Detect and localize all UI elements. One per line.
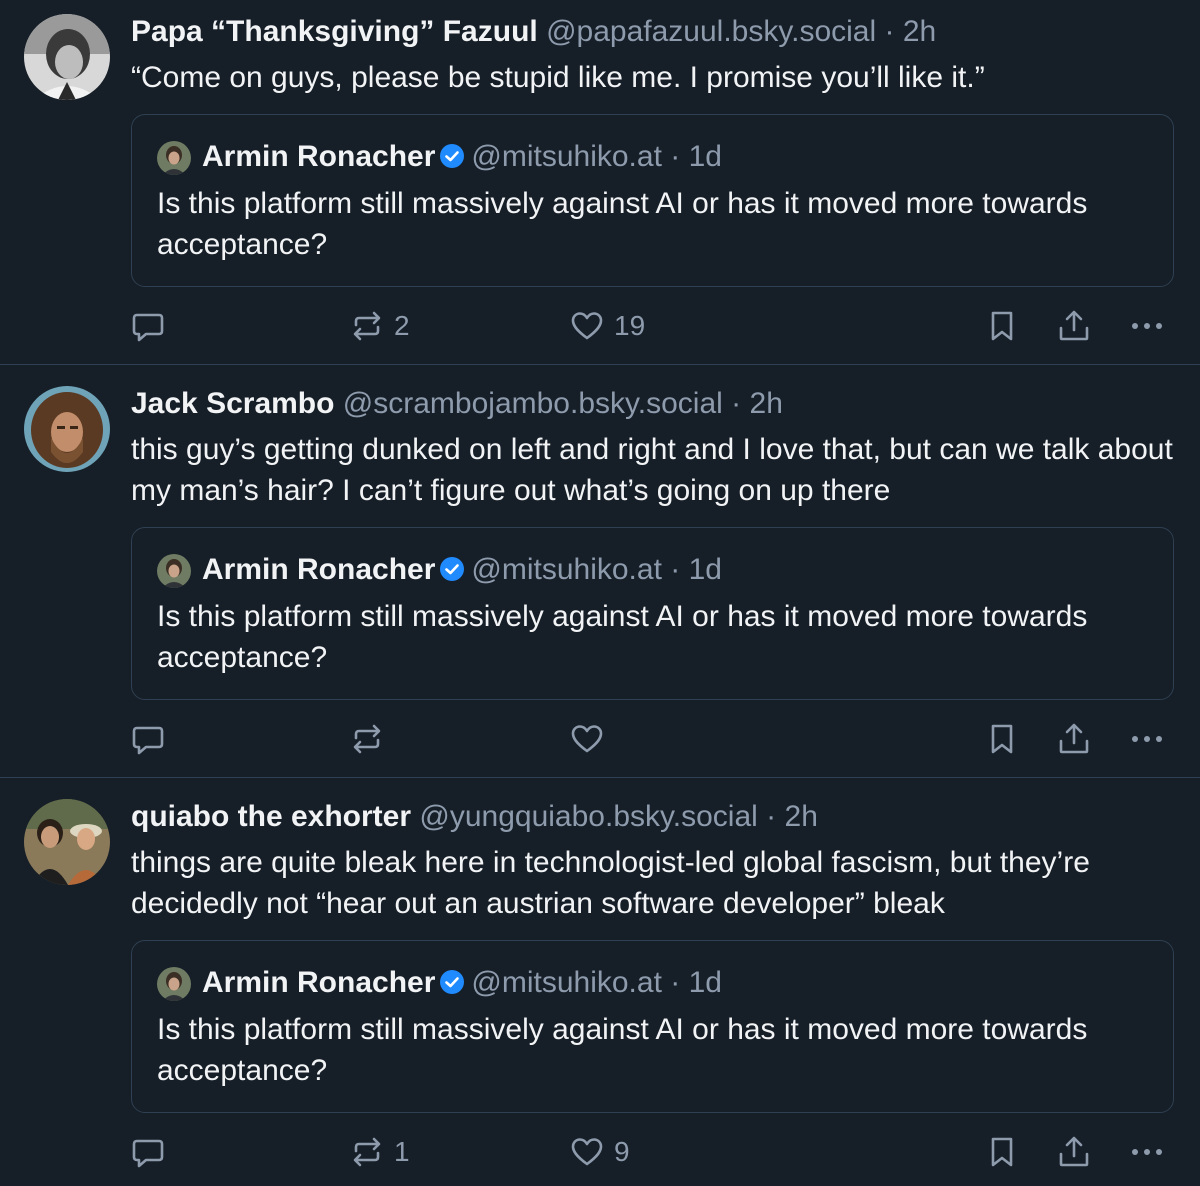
more-options-button[interactable] (1130, 719, 1164, 759)
quoted-post[interactable]: Armin Ronacher @mitsuhiko.at · 1d Is this… (131, 114, 1174, 287)
speech-bubble-icon (132, 313, 164, 342)
verified-check-icon (440, 557, 465, 581)
bookmark-icon (991, 724, 1013, 754)
avatar[interactable] (24, 14, 110, 100)
post-time[interactable]: 2h (903, 15, 936, 48)
post-text: things are quite bleak here in technolog… (131, 846, 1090, 920)
quote-avatar[interactable] (157, 554, 191, 588)
quote-time[interactable]: 1d (689, 140, 722, 173)
separator: · (731, 387, 742, 420)
author-name[interactable]: Jack Scrambo (131, 387, 334, 420)
separator: · (670, 553, 681, 586)
separator: · (670, 966, 681, 999)
like-button[interactable]: 19 (570, 306, 645, 346)
more-options-button[interactable] (1130, 306, 1164, 346)
ellipsis-icon (1132, 323, 1162, 329)
reply-button[interactable] (131, 306, 165, 346)
post-actions: 1 9 (0, 1132, 1200, 1172)
avatar[interactable] (24, 386, 110, 472)
post-1[interactable]: Papa “Thanksgiving” Fazuul @papafazuul.b… (0, 0, 1200, 364)
avatar[interactable] (24, 799, 110, 885)
quoted-post[interactable]: Armin Ronacher @mitsuhiko.at · 1d Is this… (131, 527, 1174, 700)
repost-count: 2 (394, 310, 410, 341)
post-header: Jack Scrambo @scrambojambo.bsky.social ·… (131, 386, 783, 422)
quote-avatar[interactable] (157, 141, 191, 175)
post-time[interactable]: 2h (785, 800, 818, 833)
post-time[interactable]: 2h (750, 387, 783, 420)
quote-author-handle[interactable]: @mitsuhiko.at (471, 140, 662, 173)
quote-author-name[interactable]: Armin Ronacher (202, 140, 435, 173)
reply-button[interactable] (131, 1132, 165, 1172)
share-button[interactable] (1057, 1132, 1091, 1172)
author-handle[interactable]: @yungquiabo.bsky.social (419, 800, 757, 833)
repost-arrows-icon (353, 1137, 381, 1167)
quoted-post[interactable]: Armin Ronacher @mitsuhiko.at · 1d Is this… (131, 940, 1174, 1113)
post-2[interactable]: Jack Scrambo @scrambojambo.bsky.social ·… (0, 365, 1200, 777)
separator: · (670, 140, 681, 173)
post-actions: 2 19 (0, 306, 1200, 346)
bookmark-icon (991, 311, 1013, 341)
quote-text: Is this platform still massively against… (157, 187, 1088, 261)
verified-check-icon (440, 970, 465, 994)
quote-author-handle[interactable]: @mitsuhiko.at (471, 553, 662, 586)
ellipsis-icon (1132, 1149, 1162, 1155)
verified-check-icon (440, 144, 465, 168)
more-options-button[interactable] (1130, 1132, 1164, 1172)
author-name[interactable]: quiabo the exhorter (131, 800, 411, 833)
reply-button[interactable] (131, 719, 165, 759)
repost-arrows-icon (353, 724, 381, 754)
share-icon (1059, 310, 1089, 341)
share-icon (1059, 1136, 1089, 1167)
separator: · (766, 800, 777, 833)
quote-header: Armin Ronacher @mitsuhiko.at · 1d (202, 139, 722, 175)
quote-header: Armin Ronacher @mitsuhiko.at · 1d (202, 965, 722, 1001)
quote-header: Armin Ronacher @mitsuhiko.at · 1d (202, 552, 722, 588)
quote-time[interactable]: 1d (689, 966, 722, 999)
quote-author-name[interactable]: Armin Ronacher (202, 553, 435, 586)
share-button[interactable] (1057, 719, 1091, 759)
heart-icon (571, 1138, 603, 1166)
post-text: “Come on guys, please be stupid like me.… (131, 61, 985, 94)
post-header: quiabo the exhorter @yungquiabo.bsky.soc… (131, 799, 818, 835)
like-button[interactable] (570, 719, 604, 759)
bookmark-button[interactable] (985, 306, 1019, 346)
post-3[interactable]: quiabo the exhorter @yungquiabo.bsky.soc… (0, 778, 1200, 1186)
repost-button[interactable]: 2 (350, 306, 410, 346)
ellipsis-icon (1132, 736, 1162, 742)
like-count: 19 (614, 310, 646, 341)
heart-icon (571, 312, 603, 340)
speech-bubble-icon (132, 726, 164, 755)
share-button[interactable] (1057, 306, 1091, 346)
heart-icon (571, 725, 603, 753)
bookmark-button[interactable] (985, 719, 1019, 759)
author-name[interactable]: Papa “Thanksgiving” Fazuul (131, 15, 538, 48)
bookmark-icon (991, 1137, 1013, 1167)
author-handle[interactable]: @papafazuul.bsky.social (546, 15, 876, 48)
quote-author-handle[interactable]: @mitsuhiko.at (471, 966, 662, 999)
bookmark-button[interactable] (985, 1132, 1019, 1172)
repost-button[interactable] (350, 719, 384, 759)
post-text: this guy’s getting dunked on left and ri… (131, 433, 1173, 507)
post-header: Papa “Thanksgiving” Fazuul @papafazuul.b… (131, 14, 936, 50)
author-handle[interactable]: @scrambojambo.bsky.social (343, 387, 723, 420)
quote-text: Is this platform still massively against… (157, 600, 1088, 674)
like-count: 9 (614, 1136, 630, 1167)
repost-arrows-icon (353, 311, 381, 341)
quote-avatar[interactable] (157, 967, 191, 1001)
quote-time[interactable]: 1d (689, 553, 722, 586)
quote-text: Is this platform still massively against… (157, 1013, 1088, 1087)
repost-button[interactable]: 1 (350, 1132, 410, 1172)
share-icon (1059, 723, 1089, 754)
like-button[interactable]: 9 (570, 1132, 630, 1172)
speech-bubble-icon (132, 1139, 164, 1168)
quote-author-name[interactable]: Armin Ronacher (202, 966, 435, 999)
post-actions (0, 719, 1200, 759)
separator: · (884, 15, 895, 48)
repost-count: 1 (394, 1136, 410, 1167)
